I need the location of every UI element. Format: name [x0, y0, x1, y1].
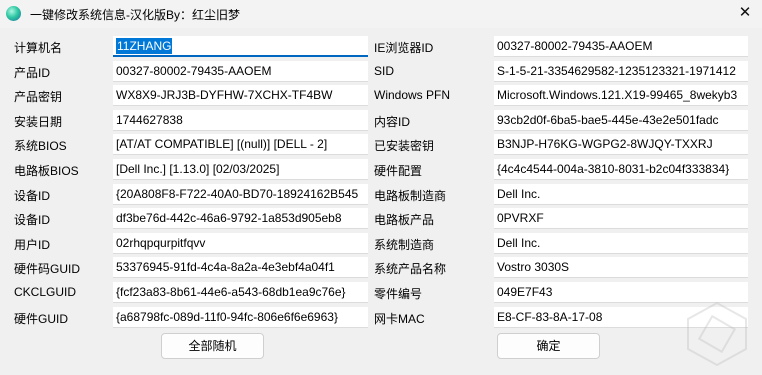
left-label-6: 设备ID	[14, 189, 51, 203]
app-icon	[6, 6, 21, 21]
right-label-11: 网卡MAC	[374, 312, 425, 326]
right-label-2: Windows PFN	[374, 88, 451, 102]
left-field-10[interactable]: {fcf23a83-8b61-44e6-a543-68db1ea9c76e}	[113, 282, 368, 303]
window-title: 一键修改系统信息-汉化版By：红尘旧梦	[30, 8, 241, 22]
left-label-7: 设备ID	[14, 213, 51, 227]
left-field-6[interactable]: {20A808F8-F722-40A0-BD70-18924162B545	[113, 184, 368, 205]
right-field-value-10: 049E7F43	[497, 285, 553, 299]
left-label-5: 电路板BIOS	[14, 164, 79, 178]
right-field-value-9: Vostro 3030S	[497, 260, 570, 274]
left-field-value-9: 53376945-91fd-4c4a-8a2a-4e3ebf4a04f1	[116, 260, 335, 274]
left-field-value-6: {20A808F8-F722-40A0-BD70-18924162B545	[116, 187, 359, 201]
left-field-value-7: df3be76d-442c-46a6-9792-1a853d905eb8	[116, 211, 342, 225]
title-bar: 一键修改系统信息-汉化版By：红尘旧梦 ✕	[0, 0, 762, 28]
right-field-5[interactable]: {4c4c4544-004a-3810-8031-b2c04f333834}	[494, 159, 748, 180]
right-field-value-3: 93cb2d0f-6ba5-bae5-445e-43e2e501fadc	[497, 113, 719, 127]
right-field-9[interactable]: Vostro 3030S	[494, 257, 748, 278]
right-label-9: 系统产品名称	[374, 262, 447, 276]
right-label-8: 系统制造商	[374, 238, 435, 252]
right-field-value-1: S-1-5-21-3354629582-1235123321-1971412	[497, 64, 736, 78]
right-field-6[interactable]: Dell Inc.	[494, 184, 748, 205]
left-label-8: 用户ID	[14, 238, 51, 252]
left-field-5[interactable]: [Dell Inc.] [1.13.0] [02/03/2025]	[113, 159, 368, 180]
right-field-value-7: 0PVRXF	[497, 211, 544, 225]
right-field-4[interactable]: B3NJP-H76KG-WGPG2-8WJQY-TXXRJ	[494, 134, 748, 155]
left-label-11: 硬件GUID	[14, 312, 69, 326]
left-field-value-5: [Dell Inc.] [1.13.0] [02/03/2025]	[116, 162, 280, 176]
left-label-2: 产品密钥	[14, 90, 63, 104]
left-field-value-8: 02rhqpqurpitfqvv	[116, 236, 206, 250]
right-field-value-0: 00327-80002-79435-AAOEM	[497, 39, 653, 53]
left-field-7[interactable]: df3be76d-442c-46a6-9792-1a853d905eb8	[113, 208, 368, 229]
right-field-value-6: Dell Inc.	[497, 187, 541, 201]
right-field-0[interactable]: 00327-80002-79435-AAOEM	[494, 36, 748, 57]
left-field-0[interactable]: 11ZHANG	[113, 36, 368, 57]
right-field-value-2: Microsoft.Windows.121.X19-99465_8wekyb3	[497, 88, 738, 102]
left-field-8[interactable]: 02rhqpqurpitfqvv	[113, 233, 368, 254]
left-label-3: 安装日期	[14, 115, 63, 129]
right-field-value-11: E8-CF-83-8A-17-08	[497, 310, 603, 324]
left-field-value-1: 00327-80002-79435-AAOEM	[116, 64, 272, 78]
left-field-2[interactable]: WX8X9-JRJ3B-DYFHW-7XCHX-TF4BW	[113, 85, 368, 106]
right-field-value-4: B3NJP-H76KG-WGPG2-8WJQY-TXXRJ	[497, 137, 713, 151]
left-field-value-11: {a68798fc-089d-11f0-94fc-806e6f6e6963}	[116, 310, 338, 324]
left-label-1: 产品ID	[14, 66, 51, 80]
left-label-0: 计算机名	[14, 41, 63, 55]
left-field-value-2: WX8X9-JRJ3B-DYFHW-7XCHX-TF4BW	[116, 88, 333, 102]
right-field-7[interactable]: 0PVRXF	[494, 208, 748, 229]
right-field-2[interactable]: Microsoft.Windows.121.X19-99465_8wekyb3	[494, 85, 748, 106]
confirm-button[interactable]: 确定	[497, 333, 600, 359]
right-label-10: 零件编号	[374, 287, 423, 301]
left-field-3[interactable]: 1744627838	[113, 110, 368, 131]
right-label-5: 硬件配置	[374, 164, 423, 178]
close-button[interactable]: ✕	[728, 0, 762, 28]
right-label-3: 内容ID	[374, 115, 411, 129]
left-field-value-4: [AT/AT COMPATIBLE] [(null)] [DELL - 2]	[116, 137, 328, 151]
right-field-3[interactable]: 93cb2d0f-6ba5-bae5-445e-43e2e501fadc	[494, 110, 748, 131]
left-field-value-0: 11ZHANG	[116, 38, 173, 54]
left-field-value-10: {fcf23a83-8b61-44e6-a543-68db1ea9c76e}	[116, 285, 346, 299]
randomize-all-button[interactable]: 全部随机	[161, 333, 264, 359]
right-field-value-8: Dell Inc.	[497, 236, 541, 250]
right-field-1[interactable]: S-1-5-21-3354629582-1235123321-1971412	[494, 61, 748, 82]
left-field-1[interactable]: 00327-80002-79435-AAOEM	[113, 61, 368, 82]
left-field-9[interactable]: 53376945-91fd-4c4a-8a2a-4e3ebf4a04f1	[113, 257, 368, 278]
right-label-7: 电路板产品	[374, 213, 435, 227]
left-label-9: 硬件码GUID	[14, 262, 81, 276]
right-label-6: 电路板制造商	[374, 189, 447, 203]
right-label-1: SID	[374, 64, 395, 78]
right-field-8[interactable]: Dell Inc.	[494, 233, 748, 254]
left-label-10: CKCLGUID	[14, 285, 77, 299]
left-field-value-3: 1744627838	[116, 113, 183, 127]
left-field-11[interactable]: {a68798fc-089d-11f0-94fc-806e6f6e6963}	[113, 307, 368, 328]
left-label-4: 系统BIOS	[14, 139, 67, 153]
right-label-0: IE浏览器ID	[374, 41, 434, 55]
left-field-4[interactable]: [AT/AT COMPATIBLE] [(null)] [DELL - 2]	[113, 134, 368, 155]
right-field-value-5: {4c4c4544-004a-3810-8031-b2c04f333834}	[497, 162, 730, 176]
right-label-4: 已安装密钥	[374, 139, 435, 153]
watermark-logo	[687, 301, 747, 367]
